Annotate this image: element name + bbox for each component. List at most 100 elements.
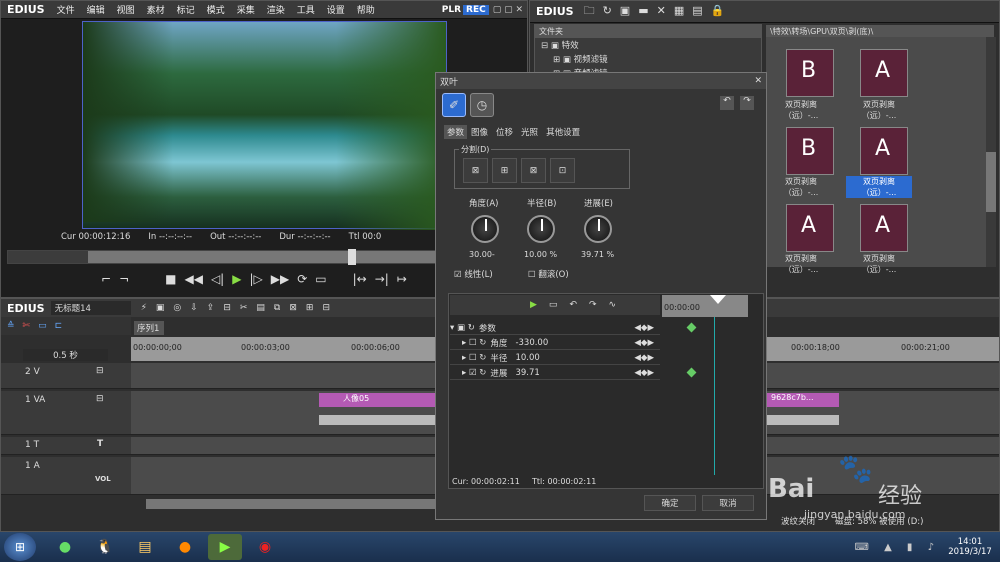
menu-mode[interactable]: 模式 (201, 3, 231, 16)
timeline-tools[interactable]: ⚡▣◎⇩⇪⊟✂▤⧉⊠⊞⊟ (131, 303, 339, 313)
linear-checkbox[interactable]: ☑ 线性(L) (454, 268, 493, 280)
dialog-timer-icon[interactable]: ◷ (470, 93, 494, 117)
kf-playhead-line (714, 317, 715, 475)
track-1t-header[interactable]: 1 TT (1, 437, 131, 455)
menu-help[interactable]: 帮助 (351, 3, 381, 16)
thumb-2[interactable]: A (860, 49, 908, 97)
kf-playhead[interactable] (710, 295, 726, 304)
tree-effects[interactable]: ⊟ ▣ 特效 (535, 38, 761, 52)
menu-capture[interactable]: 采集 (231, 3, 261, 16)
kf-curve-icon[interactable]: ∿ (609, 300, 617, 310)
edius-logo: EDIUS (7, 3, 45, 16)
track-tool-3-icon[interactable]: ▭ (38, 321, 47, 331)
radius-label: 半径(B) (527, 199, 557, 209)
bin-tool-icons[interactable]: 🗀↻▣▬✕▦▤🔒 (580, 2, 733, 21)
split-option-2-icon[interactable]: ⊞ (492, 158, 517, 183)
thumb-6[interactable]: A (860, 204, 908, 252)
tab-image[interactable]: 图像 (467, 125, 492, 139)
ok-button[interactable]: 确定 (644, 495, 696, 511)
kf-row-params[interactable]: ▾ ▣ ↻ 参数 ◀◆▶ (450, 321, 660, 335)
menu-marker[interactable]: 标记 (171, 3, 201, 16)
track-tool-1-icon[interactable]: ≙ (7, 321, 15, 331)
stop-icon[interactable]: ■ (165, 272, 176, 286)
tab-lighting[interactable]: 光照 (517, 125, 542, 139)
step-back-icon[interactable]: ◁| (211, 272, 224, 286)
menu-tools[interactable]: 工具 (291, 3, 321, 16)
radius-knob[interactable] (527, 215, 555, 243)
angle-knob[interactable] (471, 215, 499, 243)
keyframe-toolbar: ▶ ▭ ↶ ↷ ∿ (450, 295, 660, 315)
kf-play-icon[interactable]: ▶ (530, 300, 537, 310)
kf-redo-icon[interactable]: ↷ (589, 300, 597, 310)
menu-file[interactable]: 文件 (51, 3, 81, 16)
project-name: 无标题14 (50, 301, 131, 315)
bin-scrollbar[interactable] (986, 37, 996, 267)
menu-clip[interactable]: 素材 (141, 3, 171, 16)
loop-icon[interactable]: ⟳ (297, 272, 307, 286)
thumb-4[interactable]: A (860, 127, 908, 175)
taskbar-firefox-app[interactable]: ● (168, 534, 202, 560)
fast-forward-icon[interactable]: ▶▶ (271, 272, 289, 286)
thumb-1[interactable]: B (786, 49, 834, 97)
plr-badge[interactable]: PLR (440, 5, 463, 15)
menu-render[interactable]: 渲染 (261, 3, 291, 16)
thumb-3[interactable]: B (786, 127, 834, 175)
tab-other[interactable]: 其他设置 (542, 125, 584, 139)
thumb-label-6: 双页剥离（远）-... (861, 254, 897, 274)
kf-output-icon[interactable]: ▭ (549, 300, 558, 310)
scrubber-handle[interactable] (348, 249, 356, 265)
dialog-effect-icon[interactable]: ✐ (442, 93, 466, 117)
tree-video-filters[interactable]: ⊞ ▣ 视频滤镜 (535, 52, 761, 66)
undo-icon[interactable]: ↶ (720, 96, 734, 110)
split-option-4-icon[interactable]: ⊡ (550, 158, 575, 183)
reverse-checkbox[interactable]: ☐ 翻滚(O) (528, 268, 569, 280)
replace-icon[interactable]: ↦ (397, 272, 407, 286)
zoom-control[interactable]: 0.5 秒 (23, 349, 108, 361)
taskbar-record-app[interactable]: ◉ (248, 534, 282, 560)
progress-knob[interactable] (584, 215, 612, 243)
window-buttons[interactable]: ▢ ▢ ✕ (493, 5, 527, 15)
track-tool-2-icon[interactable]: ✄ (23, 321, 31, 331)
redo-icon[interactable]: ↷ (740, 96, 754, 110)
clip-portrait[interactable]: 人像05 (319, 393, 439, 407)
thumb-5[interactable]: A (786, 204, 834, 252)
menu-view[interactable]: 视图 (111, 3, 141, 16)
taskbar-qq-app[interactable]: 🐧 (88, 534, 122, 560)
angle-value: 30.00- (469, 250, 495, 259)
start-button[interactable]: ⊞ (4, 533, 36, 561)
tray-icons[interactable]: ⌨ ▲ ▮ ♪ (854, 542, 940, 553)
split-option-1-icon[interactable]: ⊠ (463, 158, 488, 183)
play-icon[interactable]: ▶ (232, 272, 241, 286)
split-option-3-icon[interactable]: ⊠ (521, 158, 546, 183)
taskbar-green-app[interactable]: ● (48, 534, 82, 560)
mark-out-icon[interactable]: ¬ (119, 272, 129, 286)
clock[interactable]: 14:01 2019/3/17 (940, 537, 1000, 557)
rec-badge[interactable]: REC (463, 4, 489, 15)
kf-ruler[interactable]: 00:00:00 (662, 295, 748, 317)
dialog-close-icon[interactable]: ✕ (754, 76, 762, 86)
mark-in-icon[interactable]: ⌐ (101, 272, 111, 286)
rewind-icon[interactable]: ◀◀ (184, 272, 202, 286)
track-tool-4-icon[interactable]: ⊏ (55, 321, 63, 331)
clip-second[interactable]: 9628c7b... (767, 393, 839, 407)
tab-params[interactable]: 参数 (444, 125, 468, 139)
tab-position[interactable]: 位移 (492, 125, 517, 139)
insert-icon[interactable]: |↔ (353, 272, 367, 286)
overwrite-icon[interactable]: →| (375, 272, 389, 286)
taskbar-edius-app[interactable]: ▶ (208, 534, 242, 560)
output-icon[interactable]: ▭ (315, 272, 326, 286)
cancel-button[interactable]: 取消 (702, 495, 754, 511)
menu-edit[interactable]: 编辑 (81, 3, 111, 16)
track-1va-header[interactable]: 1 VA ⊟ (1, 391, 131, 435)
player-scrubber[interactable] (7, 249, 437, 265)
sequence-tab[interactable]: 序列1 (134, 321, 164, 335)
kf-row-angle[interactable]: ▸ ☐ ↻ 角度 -330.00 ◀◆▶ (450, 336, 660, 350)
taskbar-explorer-app[interactable]: ▤ (128, 534, 162, 560)
step-forward-icon[interactable]: |▷ (249, 272, 262, 286)
kf-row-progress[interactable]: ▸ ☑ ↻ 进展 39.71 ◀◆▶ (450, 366, 660, 380)
menu-settings[interactable]: 设置 (321, 3, 351, 16)
track-1a-header[interactable]: 1 A VOL (1, 457, 131, 495)
kf-undo-icon[interactable]: ↶ (569, 300, 577, 310)
track-2v-header[interactable]: 2 V ⊟ (1, 363, 131, 389)
kf-row-radius[interactable]: ▸ ☐ ↻ 半径 10.00 ◀◆▶ (450, 351, 660, 365)
